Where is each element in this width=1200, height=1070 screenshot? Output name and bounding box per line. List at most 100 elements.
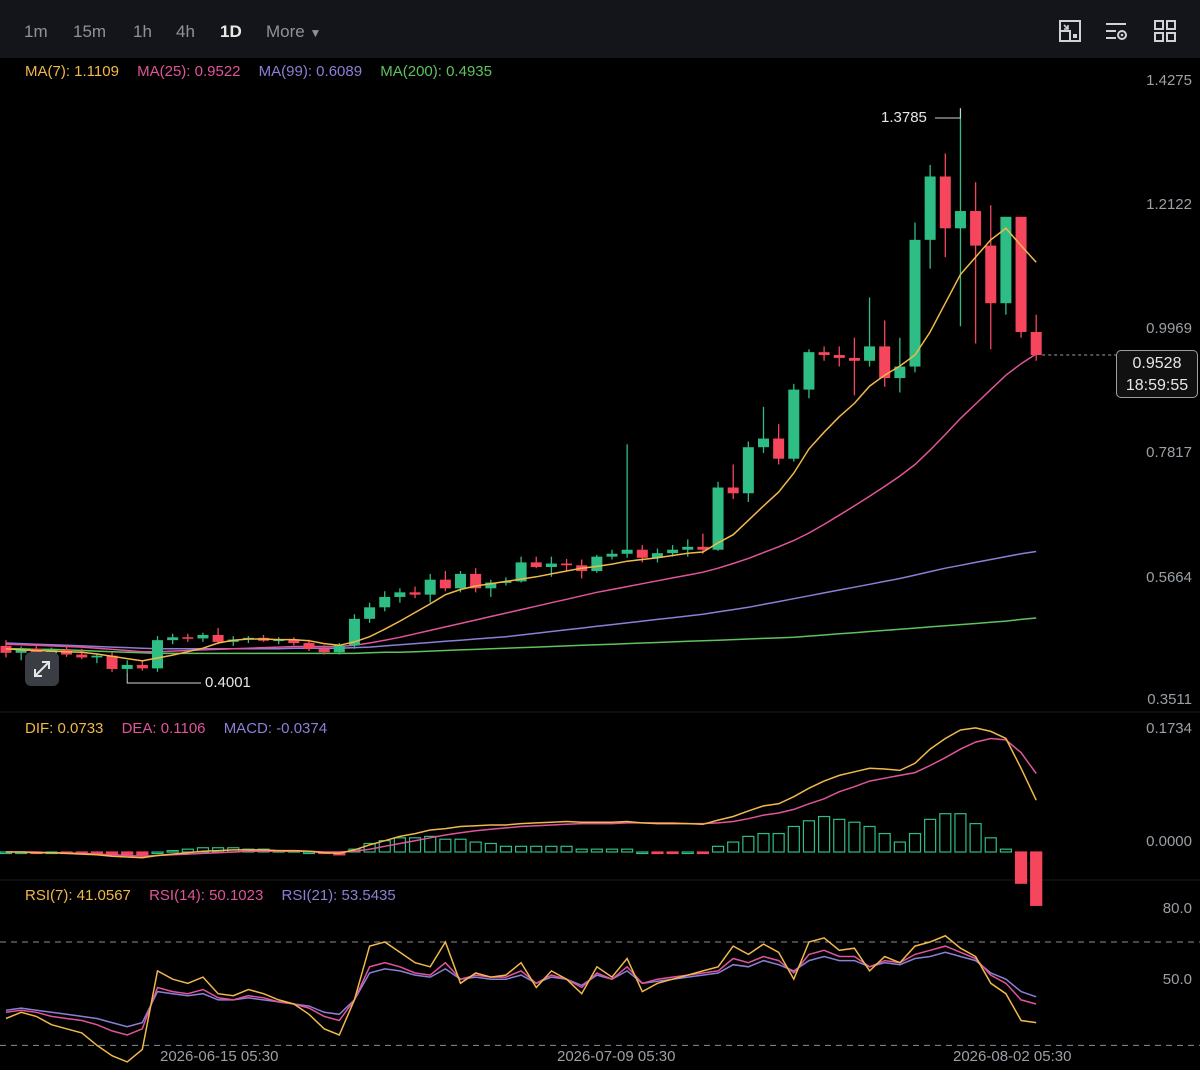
ma25-line (5, 353, 1037, 653)
macd-tick: 0.1734 (1146, 720, 1192, 737)
macd-histogram-bar (848, 821, 861, 853)
candle-body (303, 643, 315, 649)
candle-body (333, 645, 345, 653)
candle-body (394, 592, 406, 597)
candle-body (606, 553, 618, 557)
candle-countdown: 18:59:55 (1125, 377, 1189, 394)
price-chart[interactable] (0, 0, 1200, 1070)
ma99-legend: MA(99): 0.6089 (258, 63, 363, 80)
candle-body (848, 357, 860, 361)
macd-histogram-bar (727, 841, 740, 853)
macd-dea-line (6, 737, 1037, 858)
macd-histogram-bar (817, 815, 831, 853)
macd-histogram-bar (605, 848, 619, 853)
high-price-label: 1.3785 (881, 109, 927, 126)
candle-body (864, 346, 876, 361)
candle-body (561, 563, 573, 566)
candle-body (1030, 331, 1042, 356)
macd-histogram-bar (908, 832, 922, 853)
macd-histogram-bar (939, 813, 952, 853)
candle-body (439, 579, 451, 589)
macd-histogram-bar (696, 851, 710, 855)
rsi-legend: RSI(7): 41.0567 RSI(14): 50.1023 RSI(21)… (25, 887, 410, 904)
macd-histogram-bar (1030, 851, 1043, 906)
candle-body (591, 556, 603, 572)
candle-body (424, 579, 436, 595)
candle-body (106, 655, 118, 669)
high-marker-line (935, 108, 961, 119)
candle-body (970, 211, 982, 246)
candle-body (318, 648, 330, 653)
ma7-line (5, 227, 1037, 662)
macd-histogram-bar (636, 851, 649, 855)
rsi7-line (5, 934, 1037, 1063)
candle-body (636, 549, 648, 558)
macd-histogram-bar (651, 851, 664, 855)
candle-body (409, 592, 421, 595)
rsi-tick: 50.0 (1162, 971, 1192, 988)
candle-body (76, 654, 88, 658)
expand-chart-button[interactable] (25, 652, 59, 686)
macd-histogram-bar (833, 818, 846, 853)
macd-histogram-bar (802, 820, 816, 853)
macd-histogram-bar (757, 832, 770, 853)
candle-body (379, 596, 391, 608)
macd-histogram-bar (121, 851, 134, 856)
macd-histogram-bar (454, 838, 467, 853)
current-price-tag: 0.9528 18:59:55 (1116, 350, 1198, 398)
candle-body (727, 487, 739, 494)
candle-body (985, 245, 997, 304)
macd-histogram-bar (530, 845, 543, 853)
candle-body (1000, 216, 1012, 304)
candle-body (364, 607, 376, 619)
macd-histogram-bar (621, 848, 634, 853)
ma200-legend: MA(200): 0.4935 (380, 63, 492, 80)
candle-body (803, 352, 815, 390)
x-tick-label: 2026-08-02 05:30 (953, 1048, 1072, 1065)
macd-histogram-bar (181, 848, 194, 853)
macd-dif-line (6, 727, 1037, 859)
macd-value-legend: MACD: -0.0374 (223, 720, 328, 737)
macd-histogram-bar (151, 851, 164, 855)
macd-histogram-bar (666, 851, 679, 855)
candle-body (909, 239, 921, 367)
candle-body (667, 549, 679, 554)
candle-body (1015, 216, 1027, 332)
candle-body (545, 563, 557, 568)
macd-histogram-bar (136, 851, 149, 856)
macd-histogram-bar (681, 851, 694, 855)
price-tick: 1.4275 (1146, 72, 1192, 89)
x-tick-label: 2026-07-09 05:30 (557, 1048, 676, 1065)
price-tick: 0.7817 (1146, 444, 1192, 461)
price-tick: 0.5664 (1146, 569, 1192, 586)
candle-body (924, 176, 936, 240)
candle-body (136, 664, 148, 669)
candle-body (773, 438, 785, 459)
macd-histogram-bar (893, 841, 906, 853)
candle-body (212, 634, 224, 642)
candle-body (758, 438, 769, 448)
macd-histogram-bar (560, 845, 573, 853)
candle-body (197, 634, 209, 639)
candle-body (788, 389, 800, 459)
macd-histogram-bar (514, 845, 528, 853)
macd-histogram-bar (878, 832, 891, 853)
current-price: 0.9528 (1132, 355, 1182, 372)
macd-histogram-bar (924, 818, 937, 853)
rsi-tick: 80.0 (1162, 900, 1192, 917)
macd-histogram-bar (863, 825, 876, 853)
candle-body (939, 176, 951, 229)
candle-body (954, 211, 966, 229)
low-price-label: 0.4001 (205, 674, 251, 691)
candle-body (682, 546, 694, 550)
candle-body (182, 637, 194, 639)
macd-histogram-bar (787, 825, 800, 853)
candle-body (167, 637, 179, 641)
macd-histogram-bar (984, 837, 997, 853)
macd-histogram-bar (999, 848, 1013, 853)
macd-histogram-bar (469, 841, 482, 853)
macd-histogram-bar (954, 813, 967, 853)
dea-legend: DEA: 0.1106 (121, 720, 206, 737)
macd-histogram-bar (545, 845, 558, 853)
rsi7-legend: RSI(7): 41.0567 (25, 887, 131, 904)
